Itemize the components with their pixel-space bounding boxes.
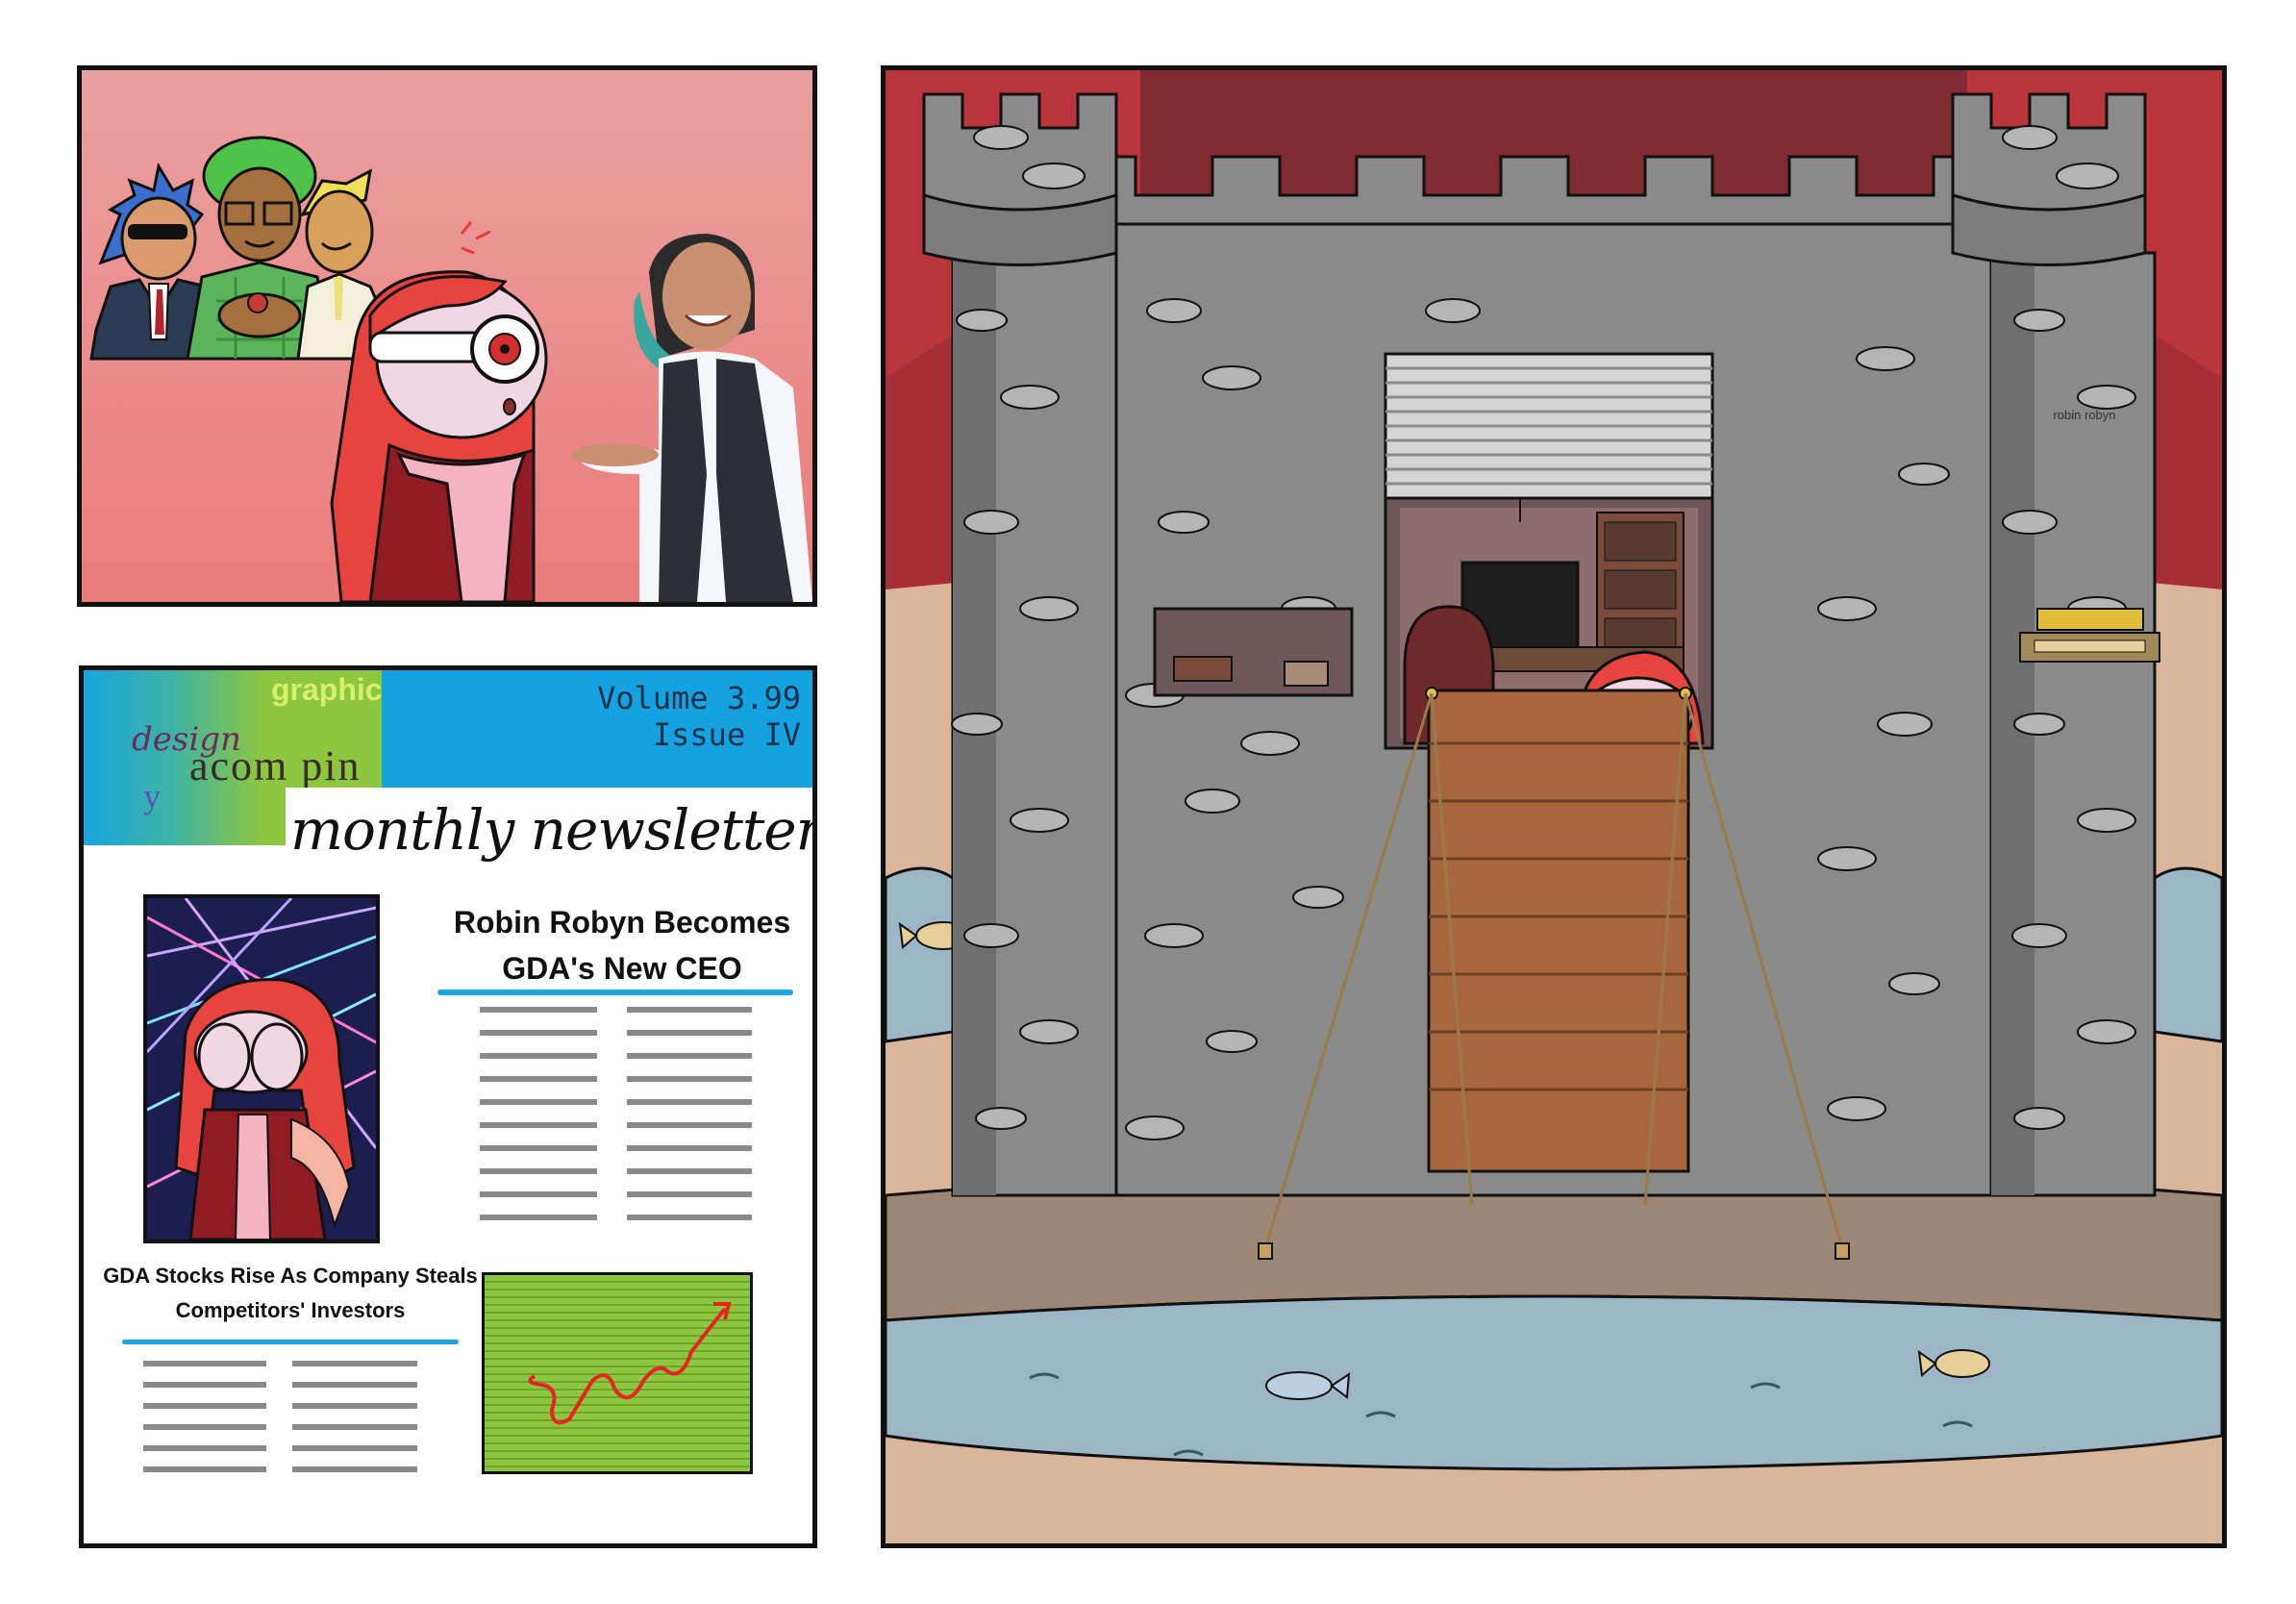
character-red-haired-girl [330, 270, 548, 602]
wordmark-y: y [143, 777, 161, 815]
main-article-column-left [480, 1007, 597, 1238]
newsletter-title: monthly newsletter [290, 797, 817, 863]
castle-scene-illustration [886, 70, 2222, 1543]
panel-office-scene [77, 65, 817, 607]
stock-trend-arrow-icon [528, 1302, 732, 1425]
secondary-article-column-left [143, 1361, 266, 1486]
panel-castle: robin robyn [881, 65, 2227, 1548]
panel-newsletter: graphic design acom pin y Volume 3.99 Is… [79, 665, 817, 1548]
headline-main[interactable]: Robin Robyn Becomes GDA's New CEO [439, 899, 805, 991]
newsletter-issue: Issue IV [652, 716, 801, 753]
cover-image [143, 894, 380, 1243]
cover-illustration [147, 898, 376, 1240]
photo-person-smiling [572, 234, 812, 602]
headline-secondary-underline [122, 1340, 459, 1344]
secondary-article-column-right [292, 1361, 417, 1486]
newsletter-volume: Volume 3.99 [597, 680, 801, 716]
headline-main-underline [437, 990, 793, 995]
nameplate-label: robin robyn [2053, 408, 2116, 422]
headline-secondary[interactable]: GDA Stocks Rise As Company Steals Compet… [103, 1259, 478, 1328]
drawbridge-door[interactable] [1427, 689, 1690, 1173]
main-article-column-right [627, 1007, 752, 1238]
stock-graph-image [482, 1272, 753, 1474]
office-scene-illustration [89, 136, 812, 602]
wordmark-graphic: graphic [271, 672, 383, 707]
wordmark-company: acom pin [189, 742, 362, 789]
nameplate [2036, 608, 2144, 631]
